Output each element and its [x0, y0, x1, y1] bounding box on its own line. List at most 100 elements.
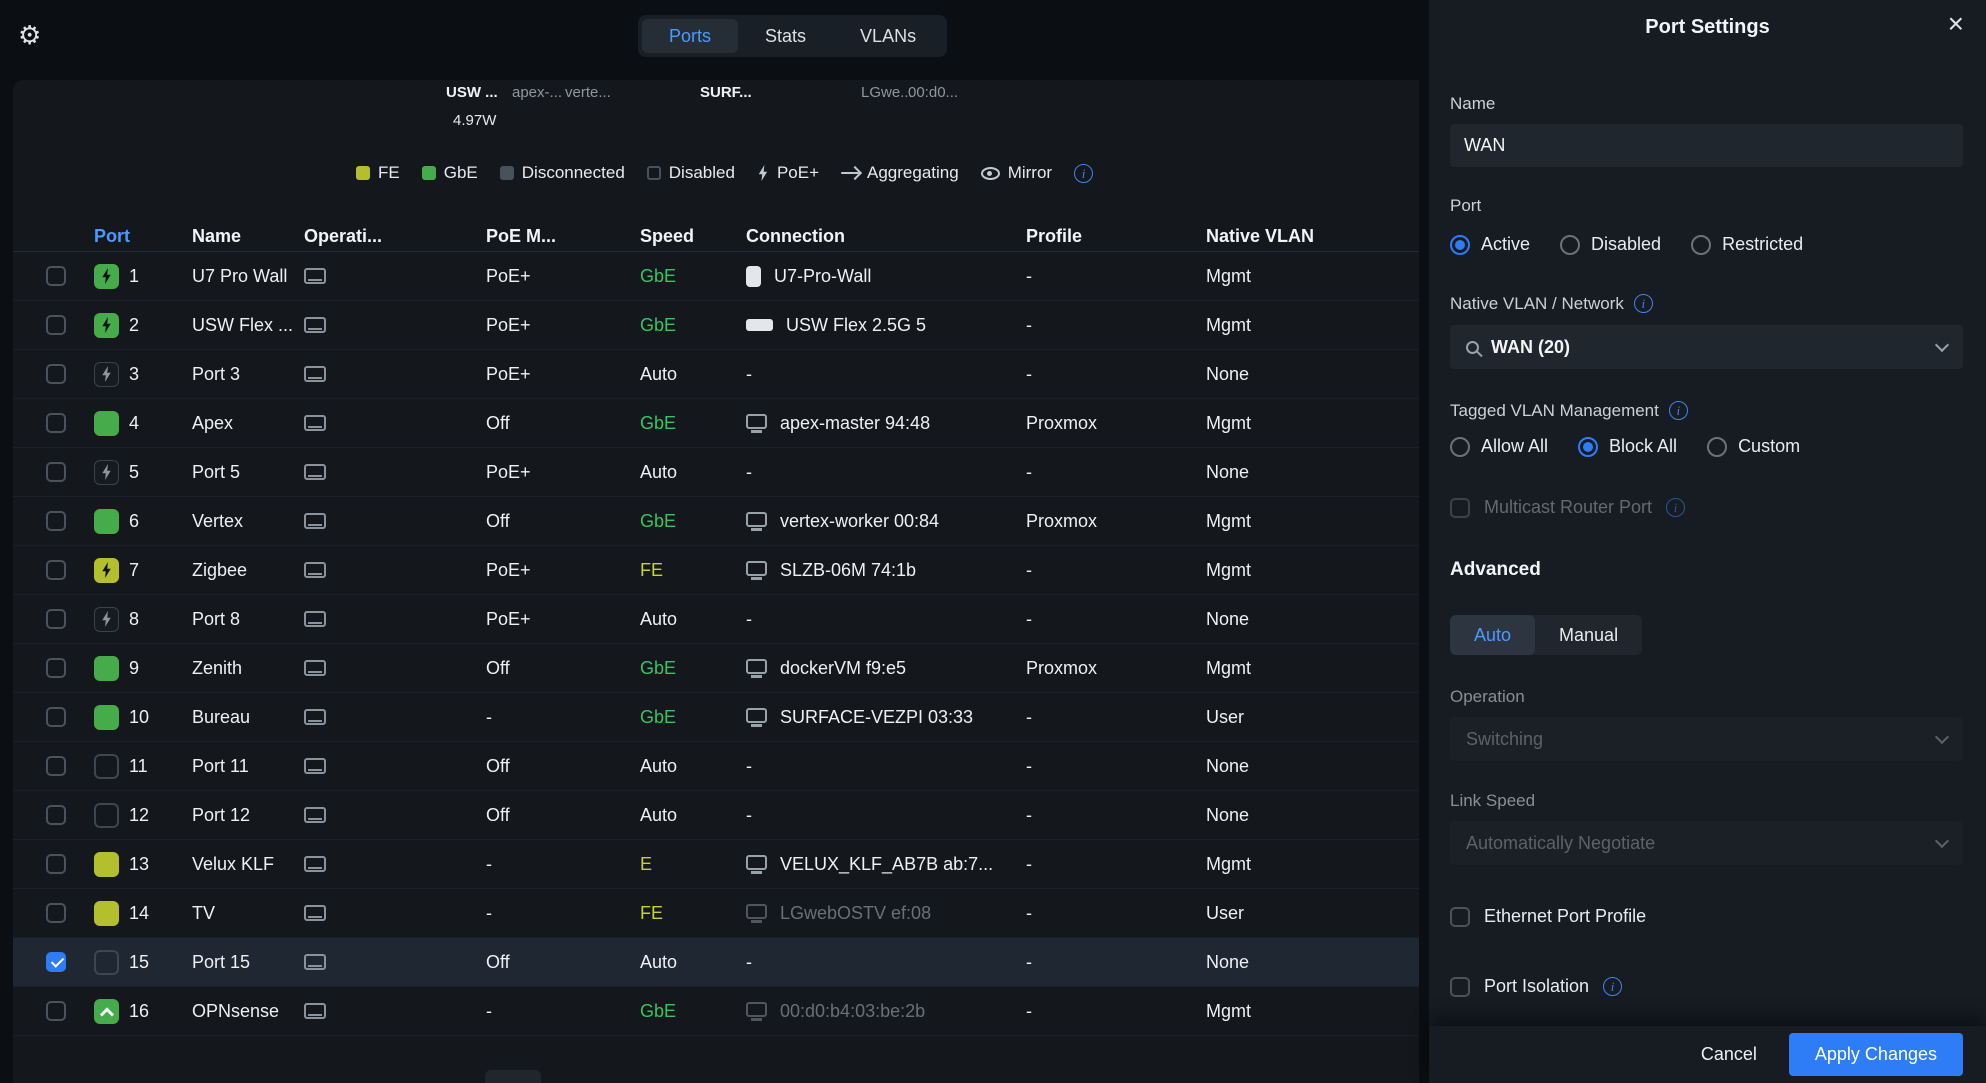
switching-operation-icon — [304, 905, 326, 921]
row-checkbox[interactable] — [46, 315, 66, 335]
row-checkbox[interactable] — [46, 462, 66, 482]
port-speed-value: GbE — [640, 266, 746, 287]
column-header-speed[interactable]: Speed — [640, 226, 746, 247]
native-vlan-value: Mgmt — [1206, 1001, 1419, 1022]
table-row[interactable]: 3 Port 3 PoE+ Auto - - None — [13, 350, 1419, 399]
native-vlan-info-icon[interactable] — [1634, 294, 1653, 313]
column-header-native-vlan[interactable]: Native VLAN — [1206, 226, 1419, 247]
table-row[interactable]: 5 Port 5 PoE+ Auto - - None — [13, 448, 1419, 497]
table-row[interactable]: 13 Velux KLF - E VELUX_KLF_AB7B ab:7... … — [13, 840, 1419, 889]
poe-mode-value: Off — [486, 756, 640, 777]
table-row[interactable]: 12 Port 12 Off Auto - - None — [13, 791, 1419, 840]
radio-option-restricted[interactable]: Restricted — [1691, 234, 1803, 255]
poe-bolt-icon — [101, 611, 113, 627]
port-speed-value: GbE — [640, 511, 746, 532]
port-number: 16 — [129, 1001, 192, 1022]
row-checkbox[interactable] — [46, 609, 66, 629]
poe-mode-value: Off — [486, 952, 640, 973]
tab-vlans[interactable]: VLANs — [833, 19, 943, 53]
link-speed-selected-value: Automatically Negotiate — [1466, 833, 1925, 854]
column-header-operation[interactable]: Operati... — [304, 226, 486, 247]
poe-bolt-icon — [101, 366, 113, 382]
row-checkbox[interactable] — [46, 903, 66, 923]
radio-label: Active — [1481, 234, 1530, 255]
table-row[interactable]: 8 Port 8 PoE+ Auto - - None — [13, 595, 1419, 644]
port-status-icon — [94, 460, 119, 485]
connected-device-icon — [746, 904, 767, 919]
poe-mode-value: Off — [486, 511, 640, 532]
connected-device-icon — [746, 266, 761, 287]
radio-option-disabled[interactable]: Disabled — [1560, 234, 1661, 255]
radio-option-allow-all[interactable]: Allow All — [1450, 436, 1548, 457]
multicast-router-port-checkbox[interactable] — [1450, 498, 1470, 518]
poe-bolt-icon — [757, 165, 769, 181]
row-checkbox[interactable] — [46, 658, 66, 678]
multicast-info-icon[interactable] — [1666, 498, 1685, 517]
port-isolation-info-icon[interactable] — [1603, 977, 1622, 996]
row-checkbox[interactable] — [46, 952, 66, 972]
port-speed-value: Auto — [640, 462, 746, 483]
port-profile-value: Proxmox — [1026, 413, 1206, 434]
switching-operation-icon — [304, 415, 326, 431]
switching-operation-icon — [304, 807, 326, 823]
tab-stats[interactable]: Stats — [738, 19, 833, 53]
table-row[interactable]: 16 OPNsense - GbE 00:d0:b4:03:be:2b - Mg… — [13, 987, 1419, 1036]
port-status-icon — [94, 901, 119, 926]
table-row[interactable]: 15 Port 15 Off Auto - - None — [13, 938, 1419, 987]
apply-changes-button[interactable]: Apply Changes — [1789, 1033, 1963, 1076]
column-header-profile[interactable]: Profile — [1026, 226, 1206, 247]
row-checkbox[interactable] — [46, 266, 66, 286]
panel-body: Name WAN Port Active Disabled Restricted… — [1450, 56, 1963, 1026]
column-header-poe-mode[interactable]: PoE M... — [486, 226, 640, 247]
table-row[interactable]: 6 Vertex Off GbE vertex-worker 00:84 Pro… — [13, 497, 1419, 546]
legend-info-icon[interactable] — [1074, 164, 1093, 183]
link-speed-label: Link Speed — [1450, 792, 1963, 810]
column-header-name[interactable]: Name — [192, 226, 304, 247]
port-number: 12 — [129, 805, 192, 826]
row-checkbox[interactable] — [46, 1001, 66, 1021]
mode-option-manual[interactable]: Manual — [1535, 615, 1642, 655]
native-vlan-value: None — [1206, 609, 1419, 630]
radio-option-block-all[interactable]: Block All — [1578, 436, 1677, 457]
row-checkbox[interactable] — [46, 364, 66, 384]
cancel-button[interactable]: Cancel — [1701, 1044, 1757, 1065]
mode-option-auto[interactable]: Auto — [1450, 615, 1535, 655]
port-state-radio-group: Active Disabled Restricted — [1450, 234, 1963, 255]
row-checkbox[interactable] — [46, 756, 66, 776]
disconnected-square-icon — [500, 166, 514, 180]
table-row[interactable]: 7 Zigbee PoE+ FE SLZB-06M 74:1b - Mgmt — [13, 546, 1419, 595]
ethernet-port-profile-checkbox[interactable] — [1450, 907, 1470, 927]
table-row[interactable]: 1 U7 Pro Wall PoE+ GbE U7-Pro-Wall - Mgm… — [13, 252, 1419, 301]
row-checkbox[interactable] — [46, 511, 66, 531]
column-header-port[interactable]: Port — [94, 226, 192, 247]
row-checkbox[interactable] — [46, 707, 66, 727]
table-footer-stub[interactable] — [485, 1070, 541, 1083]
radio-option-active[interactable]: Active — [1450, 234, 1530, 255]
table-row[interactable]: 2 USW Flex ... PoE+ GbE USW Flex 2.5G 5 … — [13, 301, 1419, 350]
table-row[interactable]: 11 Port 11 Off Auto - - None — [13, 742, 1419, 791]
radio-option-custom[interactable]: Custom — [1707, 436, 1800, 457]
native-vlan-value: Mgmt — [1206, 658, 1419, 679]
native-vlan-value: Mgmt — [1206, 511, 1419, 532]
port-isolation-checkbox[interactable] — [1450, 977, 1470, 997]
row-checkbox[interactable] — [46, 805, 66, 825]
tagged-vlan-info-icon[interactable] — [1669, 401, 1688, 420]
table-row[interactable]: 9 Zenith Off GbE dockerVM f9:e5 Proxmox … — [13, 644, 1419, 693]
port-name: Port 3 — [192, 364, 304, 385]
row-checkbox[interactable] — [46, 854, 66, 874]
row-checkbox[interactable] — [46, 560, 66, 580]
table-row[interactable]: 4 Apex Off GbE apex-master 94:48 Proxmox… — [13, 399, 1419, 448]
table-row[interactable]: 10 Bureau - GbE SURFACE-VEZPI 03:33 - Us… — [13, 693, 1419, 742]
close-icon[interactable]: × — [1948, 10, 1964, 38]
native-vlan-selected-value: WAN (20) — [1491, 337, 1925, 358]
port-name-input[interactable]: WAN — [1450, 124, 1963, 167]
poe-bolt-icon — [101, 268, 113, 284]
native-vlan-value: None — [1206, 952, 1419, 973]
native-vlan-select[interactable]: WAN (20) — [1450, 325, 1963, 369]
settings-gear-icon[interactable]: ⚙ — [18, 20, 41, 51]
column-header-connection[interactable]: Connection — [746, 226, 1026, 247]
poe-mode-value: PoE+ — [486, 560, 640, 581]
row-checkbox[interactable] — [46, 413, 66, 433]
tab-ports[interactable]: Ports — [642, 19, 738, 53]
table-row[interactable]: 14 TV - FE LGwebOSTV ef:08 - User — [13, 889, 1419, 938]
